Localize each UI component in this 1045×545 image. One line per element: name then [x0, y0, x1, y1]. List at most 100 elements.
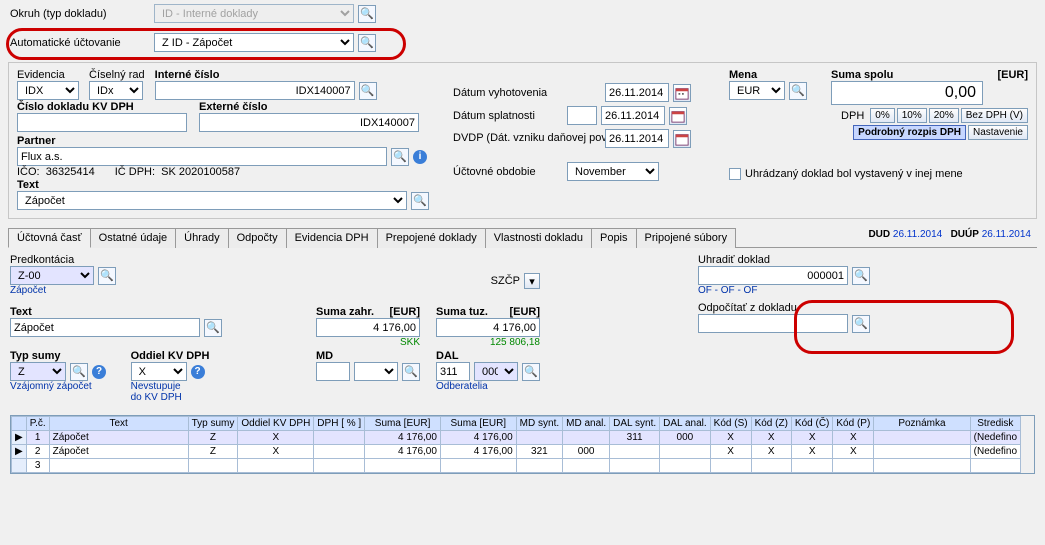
internecislo-input[interactable]	[155, 81, 355, 100]
datspl-days-input[interactable]	[567, 106, 597, 125]
datspl-input[interactable]	[601, 106, 665, 125]
md-lookup-icon[interactable]: 🔍	[402, 363, 420, 381]
col-kodp[interactable]: Kód (P)	[833, 417, 874, 431]
col-text[interactable]: Text	[49, 417, 188, 431]
dal-sub: Odberatelia	[436, 381, 540, 392]
md-synt-input[interactable]	[316, 362, 350, 381]
col-kodz[interactable]: Kód (Z)	[751, 417, 791, 431]
text-lookup-icon[interactable]: 🔍	[411, 192, 429, 210]
sumtuz-input[interactable]	[436, 318, 540, 337]
dph-10-button[interactable]: 10%	[897, 108, 927, 123]
tab-evidencia-dph[interactable]: Evidencia DPH	[286, 228, 378, 248]
externecislo-label: Externé číslo	[199, 101, 437, 113]
lower-text-lookup-icon[interactable]: 🔍	[204, 319, 222, 337]
sumaspolu-label: Suma spolu	[831, 69, 893, 81]
partner-info-icon[interactable]: i	[413, 150, 427, 164]
typsumy-lookup-icon[interactable]: 🔍	[70, 363, 88, 381]
typsumy-label: Typ sumy	[10, 350, 115, 362]
dal-anal-select[interactable]: 000	[474, 362, 518, 381]
externecislo-input[interactable]	[199, 113, 419, 132]
col-dala[interactable]: DAL anal.	[660, 417, 711, 431]
uhr-inej-mene-label: Uhrádzaný doklad bol vystavený v inej me…	[745, 168, 963, 180]
bezdph-button[interactable]: Bez DPH (V)	[961, 108, 1028, 123]
uhr-inej-mene-checkbox[interactable]	[729, 168, 741, 180]
col-dph[interactable]: DPH [ % ]	[314, 417, 365, 431]
col-pc[interactable]: P.č.	[26, 417, 49, 431]
datspl-calendar-icon[interactable]	[669, 107, 687, 125]
oddiel-sub2: do KV DPH	[131, 392, 236, 403]
partner-input[interactable]	[17, 147, 387, 166]
evidencia-select[interactable]: IDX	[17, 81, 79, 100]
col-kods[interactable]: Kód (S)	[710, 417, 751, 431]
uhradit-sub: OF - OF - OF	[698, 285, 1035, 296]
col-mds[interactable]: MD synt.	[516, 417, 562, 431]
internecislo-label: Interné číslo	[155, 69, 437, 81]
col-stredisko[interactable]: Stredisk	[970, 417, 1020, 431]
typsumy-help-icon[interactable]: ?	[92, 365, 106, 379]
lower-text-input[interactable]	[10, 318, 200, 337]
tab-prepojene-doklady[interactable]: Prepojené doklady	[377, 228, 486, 248]
tab-pripojene-subory[interactable]: Pripojené súbory	[636, 228, 737, 248]
col-typsumy[interactable]: Typ sumy	[188, 417, 238, 431]
partner-lookup-icon[interactable]: 🔍	[391, 148, 409, 166]
sumzahr-input[interactable]	[316, 318, 420, 337]
col-suma1[interactable]: Suma [EUR]	[365, 417, 441, 431]
dal-synt-input[interactable]	[436, 362, 470, 381]
odpocitat-input[interactable]	[698, 314, 848, 333]
table-row[interactable]: ▶1ZápočetZX4 176,004 176,00311000XXXX(Ne…	[12, 431, 1021, 445]
datvyh-input[interactable]	[605, 83, 669, 102]
sumaspolu-value: 0,00	[831, 81, 983, 105]
sumtuz-sub: 125 806,18	[436, 337, 540, 348]
uhradit-lookup-icon[interactable]: 🔍	[852, 267, 870, 285]
cislokvdph-input[interactable]	[17, 113, 187, 132]
col-mda[interactable]: MD anal.	[563, 417, 610, 431]
oddiel-select[interactable]: X	[131, 362, 187, 381]
okruh-select[interactable]: ID - Interné doklady	[154, 4, 354, 23]
autouct-lookup-icon[interactable]: 🔍	[358, 34, 376, 52]
predkontacia-lookup-icon[interactable]: 🔍	[98, 267, 116, 285]
col-poznamka[interactable]: Poznámka	[874, 417, 970, 431]
text-label: Text	[17, 179, 437, 191]
tab-uctovna-cast[interactable]: Účtovná časť	[8, 228, 91, 248]
odpocitat-lookup-icon[interactable]: 🔍	[852, 315, 870, 333]
predkontacia-label: Predkontácia	[10, 254, 116, 266]
entries-grid[interactable]: P.č. Text Typ sumy Oddiel KV DPH DPH [ %…	[11, 416, 1021, 473]
ciselnyrad-select[interactable]: IDx	[89, 81, 143, 100]
text-select[interactable]: Zápočet	[17, 191, 407, 210]
dph-0-button[interactable]: 0%	[870, 108, 894, 123]
tab-popis[interactable]: Popis	[591, 228, 637, 248]
dal-lookup-icon[interactable]: 🔍	[522, 363, 540, 381]
sumtuz-unit: [EUR]	[509, 306, 540, 318]
tab-ostatne-udaje[interactable]: Ostatné údaje	[90, 228, 177, 248]
md-anal-select[interactable]	[354, 362, 398, 381]
autouct-select[interactable]: Z ID - Zápočet	[154, 33, 354, 52]
uhradit-input[interactable]	[698, 266, 848, 285]
col-dals[interactable]: DAL synt.	[610, 417, 660, 431]
podrobny-rozpis-button[interactable]: Podrobný rozpis DPH	[853, 125, 966, 140]
typsumy-select[interactable]: Z	[10, 362, 66, 381]
tab-uhrady[interactable]: Úhrady	[175, 228, 228, 248]
dph-20-button[interactable]: 20%	[929, 108, 959, 123]
table-row[interactable]: ▶2ZápočetZX4 176,004 176,00321000XXXX(Ne…	[12, 445, 1021, 459]
internecislo-lookup-icon[interactable]: 🔍	[359, 82, 377, 100]
col-kodc[interactable]: Kód (Č)	[791, 417, 832, 431]
oddiel-help-icon[interactable]: ?	[191, 365, 205, 379]
uctobd-label: Účtovné obdobie	[453, 166, 563, 178]
uctobd-select[interactable]: November	[567, 162, 659, 181]
col-oddiel[interactable]: Oddiel KV DPH	[238, 417, 314, 431]
icdph-text: IČ DPH: SK 2020100587	[115, 166, 240, 178]
nastavenie-button[interactable]: Nastavenie	[968, 125, 1028, 140]
okruh-lookup-icon[interactable]: 🔍	[358, 5, 376, 23]
datvyh-calendar-icon[interactable]	[673, 84, 691, 102]
mena-lookup-icon[interactable]: 🔍	[789, 82, 807, 100]
col-suma2[interactable]: Suma [EUR]	[440, 417, 516, 431]
szcp-dropdown-icon[interactable]: ▾	[524, 273, 540, 289]
tab-odpocty[interactable]: Odpočty	[228, 228, 287, 248]
sumzahr-sub: SKK	[316, 337, 420, 348]
tab-vlastnosti-dokladu[interactable]: Vlastnosti dokladu	[485, 228, 592, 248]
predkontacia-select[interactable]: Z-00	[10, 266, 94, 285]
table-row[interactable]: 3	[12, 459, 1021, 473]
mena-select[interactable]: EUR	[729, 81, 785, 100]
dvdp-input[interactable]	[605, 129, 669, 148]
dvdp-calendar-icon[interactable]	[673, 130, 691, 148]
